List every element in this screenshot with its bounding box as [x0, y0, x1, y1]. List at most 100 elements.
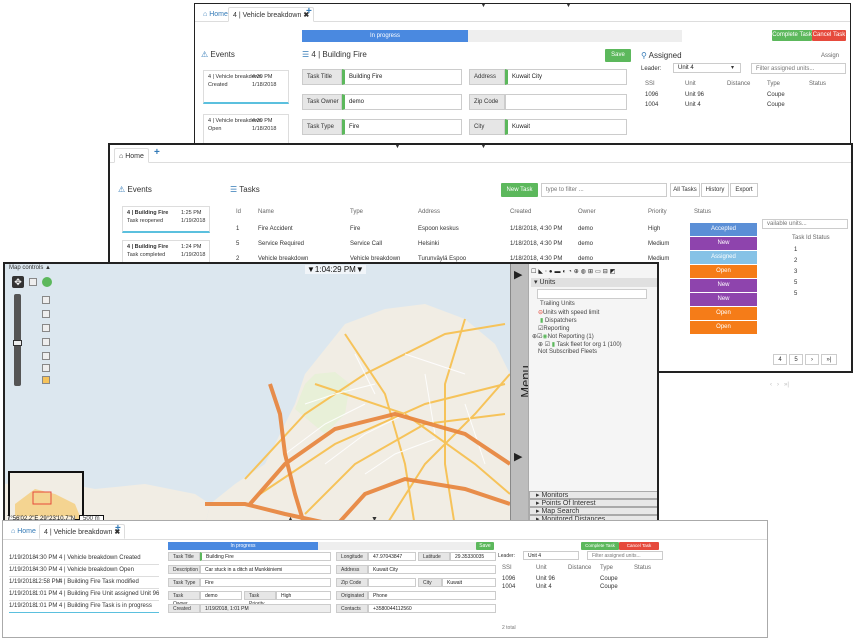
front-longitude-input[interactable]: 47.97043847: [368, 552, 416, 561]
back-leader-label: Leader:: [641, 66, 662, 72]
front-address-input[interactable]: Kuwait City: [368, 565, 496, 574]
status-badge: New: [690, 279, 757, 292]
back-home-tab[interactable]: ⌂ Home: [199, 7, 232, 22]
select-icon[interactable]: [42, 338, 50, 346]
zoom-slider[interactable]: [13, 294, 22, 386]
back-city-input[interactable]: Kuwait: [505, 119, 627, 135]
new-task-button[interactable]: New Task: [501, 183, 538, 197]
back-task-type-select[interactable]: Fire: [342, 119, 462, 135]
back-cancel-task-button[interactable]: Cancel Task: [812, 30, 846, 41]
back-task-title-input[interactable]: Building Fire: [342, 69, 462, 85]
back-task-tab[interactable]: 4 | Vehicle breakdown ✖: [228, 7, 315, 22]
mid-add-tab-button[interactable]: +: [154, 147, 160, 158]
refresh-icon[interactable]: [42, 277, 52, 287]
pin-icon[interactable]: [42, 376, 50, 384]
page-button-5[interactable]: 5: [789, 354, 803, 365]
task-details-window-back: ⌂ Home 4 | Vehicle breakdown ✖ + ▼ ▼ In …: [194, 3, 851, 163]
task-details-window-front: ⌂ Home 4 | Vehicle breakdown ✖ + In prog…: [2, 520, 768, 638]
checkbox-icon[interactable]: ☑: [545, 342, 550, 348]
front-filter-assigned-input[interactable]: Filter assigned units...: [587, 551, 663, 560]
front-event-row[interactable]: 1/19/2018 4:30 PM 4 | Vehicle breakdown Op…: [9, 567, 159, 577]
front-originated-input[interactable]: Phone: [368, 591, 496, 600]
mid-event-card-1[interactable]: 4 | Building Fire Task reopened 1:25 PM 1…: [122, 206, 210, 233]
draw-line-icon[interactable]: [42, 296, 50, 304]
front-event-row[interactable]: 1/19/2018 1:01 PM 4 | Building Fire Task i…: [9, 603, 159, 613]
mid-home-tab[interactable]: ⌂ Home: [114, 148, 149, 163]
tree-item-reporting[interactable]: ☑Reporting: [538, 325, 569, 332]
back-zip-input[interactable]: [505, 94, 627, 110]
history-button[interactable]: History: [701, 183, 729, 197]
search-icon[interactable]: [42, 352, 50, 360]
back-complete-task-button[interactable]: Complete Task: [772, 30, 812, 41]
units-section-header[interactable]: ▾ Units: [531, 278, 657, 287]
front-add-tab-button[interactable]: +: [115, 523, 121, 534]
menu-panel-handle[interactable]: ▶ Menu ▶: [510, 264, 533, 523]
status-badge: New: [690, 293, 757, 306]
units-search-input[interactable]: [537, 289, 647, 299]
status-badge: Open: [690, 307, 757, 320]
zoom-slider-handle[interactable]: [13, 340, 22, 346]
back-task-owner-label: Task Owner: [302, 94, 342, 110]
points-of-interest-section[interactable]: ▸ Points Of Interest: [529, 499, 657, 507]
list-item: 2: [794, 258, 798, 264]
map-window: Map controls ▲ ✥ ▼1:04:29 PM▼ 7°56'02.2"…: [3, 262, 659, 525]
tree-item-not-reporting[interactable]: ⊕☑◉Not Reporting (1): [532, 333, 594, 340]
back-filter-assigned-input[interactable]: Filter assigned units...: [751, 63, 846, 74]
front-description-label: Description: [168, 565, 200, 574]
back-assign-link[interactable]: Assign: [821, 53, 839, 59]
task-filter-input[interactable]: type to filter ...: [541, 183, 667, 197]
tree-item-task-fleet[interactable]: ⊕ ☑ ▮ Task fleet for org 1 (100): [538, 341, 622, 348]
front-priority-select[interactable]: High: [276, 591, 331, 600]
route-icon[interactable]: [42, 364, 50, 372]
page-button-4[interactable]: 4: [773, 354, 787, 365]
front-created-value: 1/19/2018, 1:01 PM: [200, 604, 331, 613]
back-assigned-title: ⚲ Assigned: [641, 51, 682, 60]
layers-icon[interactable]: [29, 278, 37, 286]
front-save-button[interactable]: Save: [476, 542, 494, 550]
mid-side-filter-input[interactable]: vailable units...: [762, 219, 848, 229]
back-address-input[interactable]: Kuwait City: [505, 69, 627, 85]
map-pan-control[interactable]: ✥: [12, 276, 24, 288]
draw-polygon-icon[interactable]: [42, 310, 50, 318]
back-task-owner-select[interactable]: demo: [342, 94, 462, 110]
export-button[interactable]: Export: [730, 183, 758, 197]
measure-icon[interactable]: [42, 324, 50, 332]
front-event-row[interactable]: 1/19/2018 1:01 PM 4 | Building Fire Unit a…: [9, 591, 159, 601]
page-last-button[interactable]: »|: [821, 354, 837, 365]
front-latitude-input[interactable]: 29.35330035: [450, 552, 496, 561]
tree-item-not-subscribed[interactable]: Not Subscribed Fleets: [538, 349, 597, 355]
front-zip-input[interactable]: [368, 578, 416, 587]
back-event-card-1[interactable]: 4 | Vehicle breakdown Created 4:30 PM 1/1…: [203, 70, 289, 104]
front-city-input[interactable]: Kuwait: [442, 578, 496, 587]
front-task-type-select[interactable]: Fire: [200, 578, 331, 587]
list-icon: ☰: [230, 185, 238, 194]
expand-right-icon[interactable]: ▶: [514, 268, 522, 281]
map-controls-header[interactable]: Map controls ▲: [9, 265, 51, 271]
front-description-input[interactable]: Car stuck in a ditch at Munkkiniemi: [200, 565, 331, 574]
front-task-tab[interactable]: 4 | Vehicle breakdown ✖: [39, 524, 126, 539]
back-tab-bar: ⌂ Home 4 | Vehicle breakdown ✖ +: [195, 4, 850, 22]
back-top-marker-2: ▼: [565, 3, 572, 9]
expand-right-icon-2[interactable]: ▶: [514, 450, 522, 463]
map-clock: ▼1:04:29 PM▼: [305, 265, 366, 274]
all-tasks-button[interactable]: All Tasks: [670, 183, 700, 197]
front-latitude-label: Latitude: [418, 552, 450, 561]
tree-item-dispatchers[interactable]: ▮ Dispatchers: [540, 317, 577, 324]
front-cancel-task-button[interactable]: Cancel Task: [619, 542, 659, 550]
mid-top-marker: ▼: [394, 143, 401, 150]
back-save-button[interactable]: Save: [605, 49, 631, 62]
front-task-title-input[interactable]: Building Fire: [200, 552, 331, 561]
front-event-row[interactable]: 1/19/2018 4:30 PM 4 | Vehicle breakdown Cr…: [9, 555, 159, 565]
front-contacts-input[interactable]: +3580044112560: [368, 604, 496, 613]
front-task-owner-select[interactable]: demo: [200, 591, 242, 600]
tree-item-speed-limit[interactable]: ⊖Units with speed limit: [538, 309, 599, 316]
front-complete-task-button[interactable]: Complete Task: [581, 542, 619, 550]
back-add-tab-button[interactable]: +: [306, 6, 312, 17]
monitors-section[interactable]: ▸ Monitors: [529, 491, 657, 499]
front-leader-select[interactable]: Unit 4: [523, 551, 579, 560]
map-search-section[interactable]: ▸ Map Search: [529, 507, 657, 515]
page-next-button[interactable]: ›: [805, 354, 819, 365]
tree-item-trailing-units[interactable]: Trailing Units: [540, 301, 575, 307]
front-home-tab[interactable]: ⌂ Home: [7, 524, 40, 539]
front-event-row[interactable]: 1/19/2018 12:58 PM 4 | Building Fire Task …: [9, 579, 159, 589]
